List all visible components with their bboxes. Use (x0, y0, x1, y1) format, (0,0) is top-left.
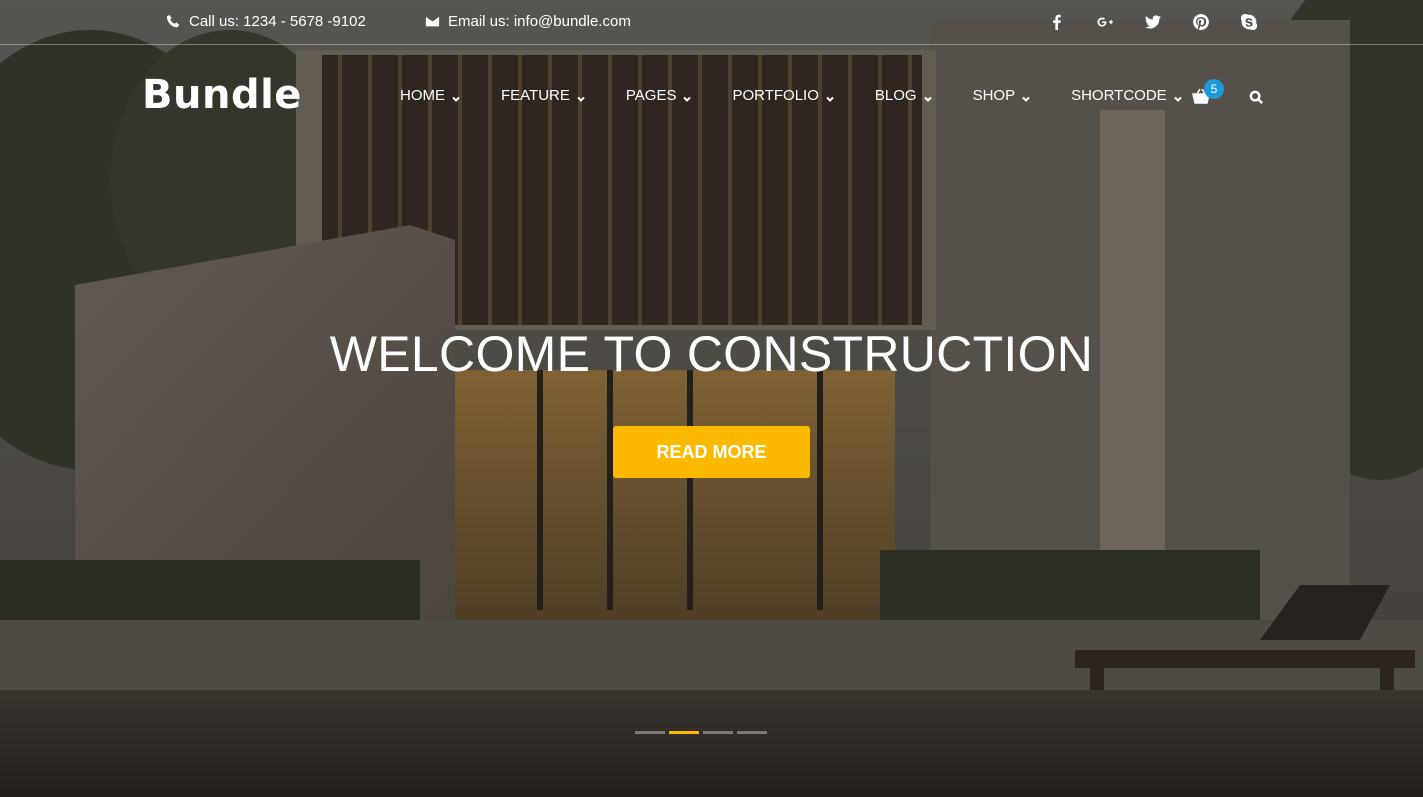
pinterest-icon[interactable] (1177, 10, 1225, 34)
read-more-button[interactable]: READ MORE (613, 426, 810, 478)
nav-item-label: FEATURE (501, 87, 570, 104)
main-nav: HOME FEATURE PAGES PORTFOLIO BLOG SHOP S… (400, 87, 1183, 104)
phone-contact: Call us: 1234 - 5678 -9102 (166, 13, 366, 30)
cart-count-badge: 5 (1204, 79, 1224, 99)
hero-overlay (0, 0, 1423, 797)
chevron-down-icon (451, 91, 461, 102)
chevron-down-icon (1021, 91, 1031, 102)
nav-item-home[interactable]: HOME (400, 87, 461, 104)
slider-dot-active[interactable] (669, 731, 699, 734)
nav-item-label: PAGES (625, 87, 677, 104)
nav-item-label: SHOP (972, 87, 1016, 104)
slider-dot[interactable] (737, 731, 767, 734)
search-button[interactable] (1249, 90, 1265, 106)
slider-pagination (635, 731, 767, 734)
chevron-down-icon (923, 91, 933, 102)
nav-item-shortcode[interactable]: SHORTCODE (1071, 87, 1183, 104)
nav-item-portfolio[interactable]: PORTFOLIO (732, 87, 834, 104)
skype-icon[interactable] (1225, 10, 1273, 34)
email-contact[interactable]: Email us: info@bundle.com (425, 13, 631, 30)
chevron-down-icon (576, 91, 586, 102)
nav-item-label: SHORTCODE (1071, 87, 1167, 104)
twitter-icon[interactable] (1129, 10, 1177, 34)
nav-item-pages[interactable]: PAGES (626, 87, 693, 104)
phone-text: Call us: 1234 - 5678 -9102 (189, 13, 366, 30)
nav-item-shop[interactable]: SHOP (973, 87, 1032, 104)
search-icon (1249, 90, 1263, 104)
nav-item-blog[interactable]: BLOG (875, 87, 933, 104)
nav-item-label: BLOG (874, 87, 917, 104)
email-text: Email us: info@bundle.com (448, 13, 631, 30)
slider-dot[interactable] (635, 731, 665, 734)
social-links (1033, 10, 1273, 34)
google-plus-icon[interactable] (1081, 10, 1129, 34)
chevron-down-icon (1173, 91, 1183, 102)
chevron-down-icon (825, 91, 835, 102)
nav-item-label: HOME (400, 87, 445, 104)
envelope-icon (425, 16, 440, 27)
nav-item-feature[interactable]: FEATURE (501, 87, 586, 104)
slider-dot[interactable] (703, 731, 733, 734)
hero-section: Call us: 1234 - 5678 -9102 Email us: inf… (0, 0, 1423, 797)
nav-item-label: PORTFOLIO (732, 87, 819, 104)
facebook-icon[interactable] (1033, 10, 1081, 34)
hero-headline: WELCOME TO CONSTRUCTION (329, 326, 1094, 382)
chevron-down-icon (682, 91, 692, 102)
phone-icon (166, 14, 180, 28)
top-bar: Call us: 1234 - 5678 -9102 Email us: inf… (0, 0, 1423, 45)
site-logo[interactable]: Bundle (142, 72, 302, 118)
